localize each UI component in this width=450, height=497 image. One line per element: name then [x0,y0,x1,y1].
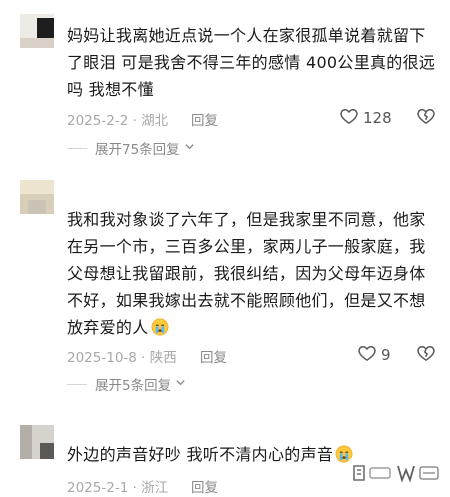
broken-heart-outline-icon [416,109,436,130]
heart-outline-icon [339,106,359,130]
reply-button[interactable]: 回复 [191,109,218,129]
heart-outline-icon [357,343,377,367]
comment-date-location: 2025-2-2 · 湖北 [67,113,169,129]
crying-face-emoji [151,318,168,336]
like-button[interactable]: 9 [357,343,391,367]
divider [67,383,87,385]
avatar[interactable] [20,14,54,48]
comment-text: 我和我对象谈了六年了，但是我家里不同意，他家在另一个市，三百多公里，家两儿子一般… [67,206,436,341]
reply-button[interactable]: 回复 [200,346,227,366]
divider [67,147,87,149]
comment-text: 妈妈让我离她近点说一个人在家很孤单说着就留下了眼泪 可是我舍不得三年的感情 40… [67,26,436,99]
chevron-down-icon [175,376,186,392]
expand-replies-button[interactable]: 展开75条回复 [67,138,195,158]
comment-meta: 2025-10-8 · 陕西 回复 9 [67,343,436,367]
comment-date-location: 2025-2-1 · 浙江 [67,480,169,496]
dislike-button[interactable] [416,343,436,367]
like-button[interactable]: 128 [339,106,392,130]
like-count: 9 [381,346,391,364]
broken-heart-outline-icon [416,346,436,367]
dislike-button[interactable] [416,106,436,130]
comment-text-content: 我和我对象谈了六年了，但是我家里不同意，他家在另一个市，三百多公里，家两儿子一般… [67,210,426,337]
avatar[interactable] [20,180,54,214]
watermark-logo [348,458,444,488]
comment-date-location: 2025-10-8 · 陕西 [67,350,177,366]
comment-text-content: 外边的声音好吵 我听不清内心的声音 [67,445,334,464]
reply-button[interactable]: 回复 [191,476,218,496]
expand-replies-label: 展开75条回复 [95,142,180,158]
chevron-down-icon [184,140,195,156]
expand-replies-button[interactable]: 展开5条回复 [67,374,186,394]
avatar[interactable] [20,425,54,459]
comment-meta: 2025-2-2 · 湖北 回复 128 [67,106,436,130]
expand-replies-label: 展开5条回复 [95,378,172,394]
like-count: 128 [363,109,392,127]
